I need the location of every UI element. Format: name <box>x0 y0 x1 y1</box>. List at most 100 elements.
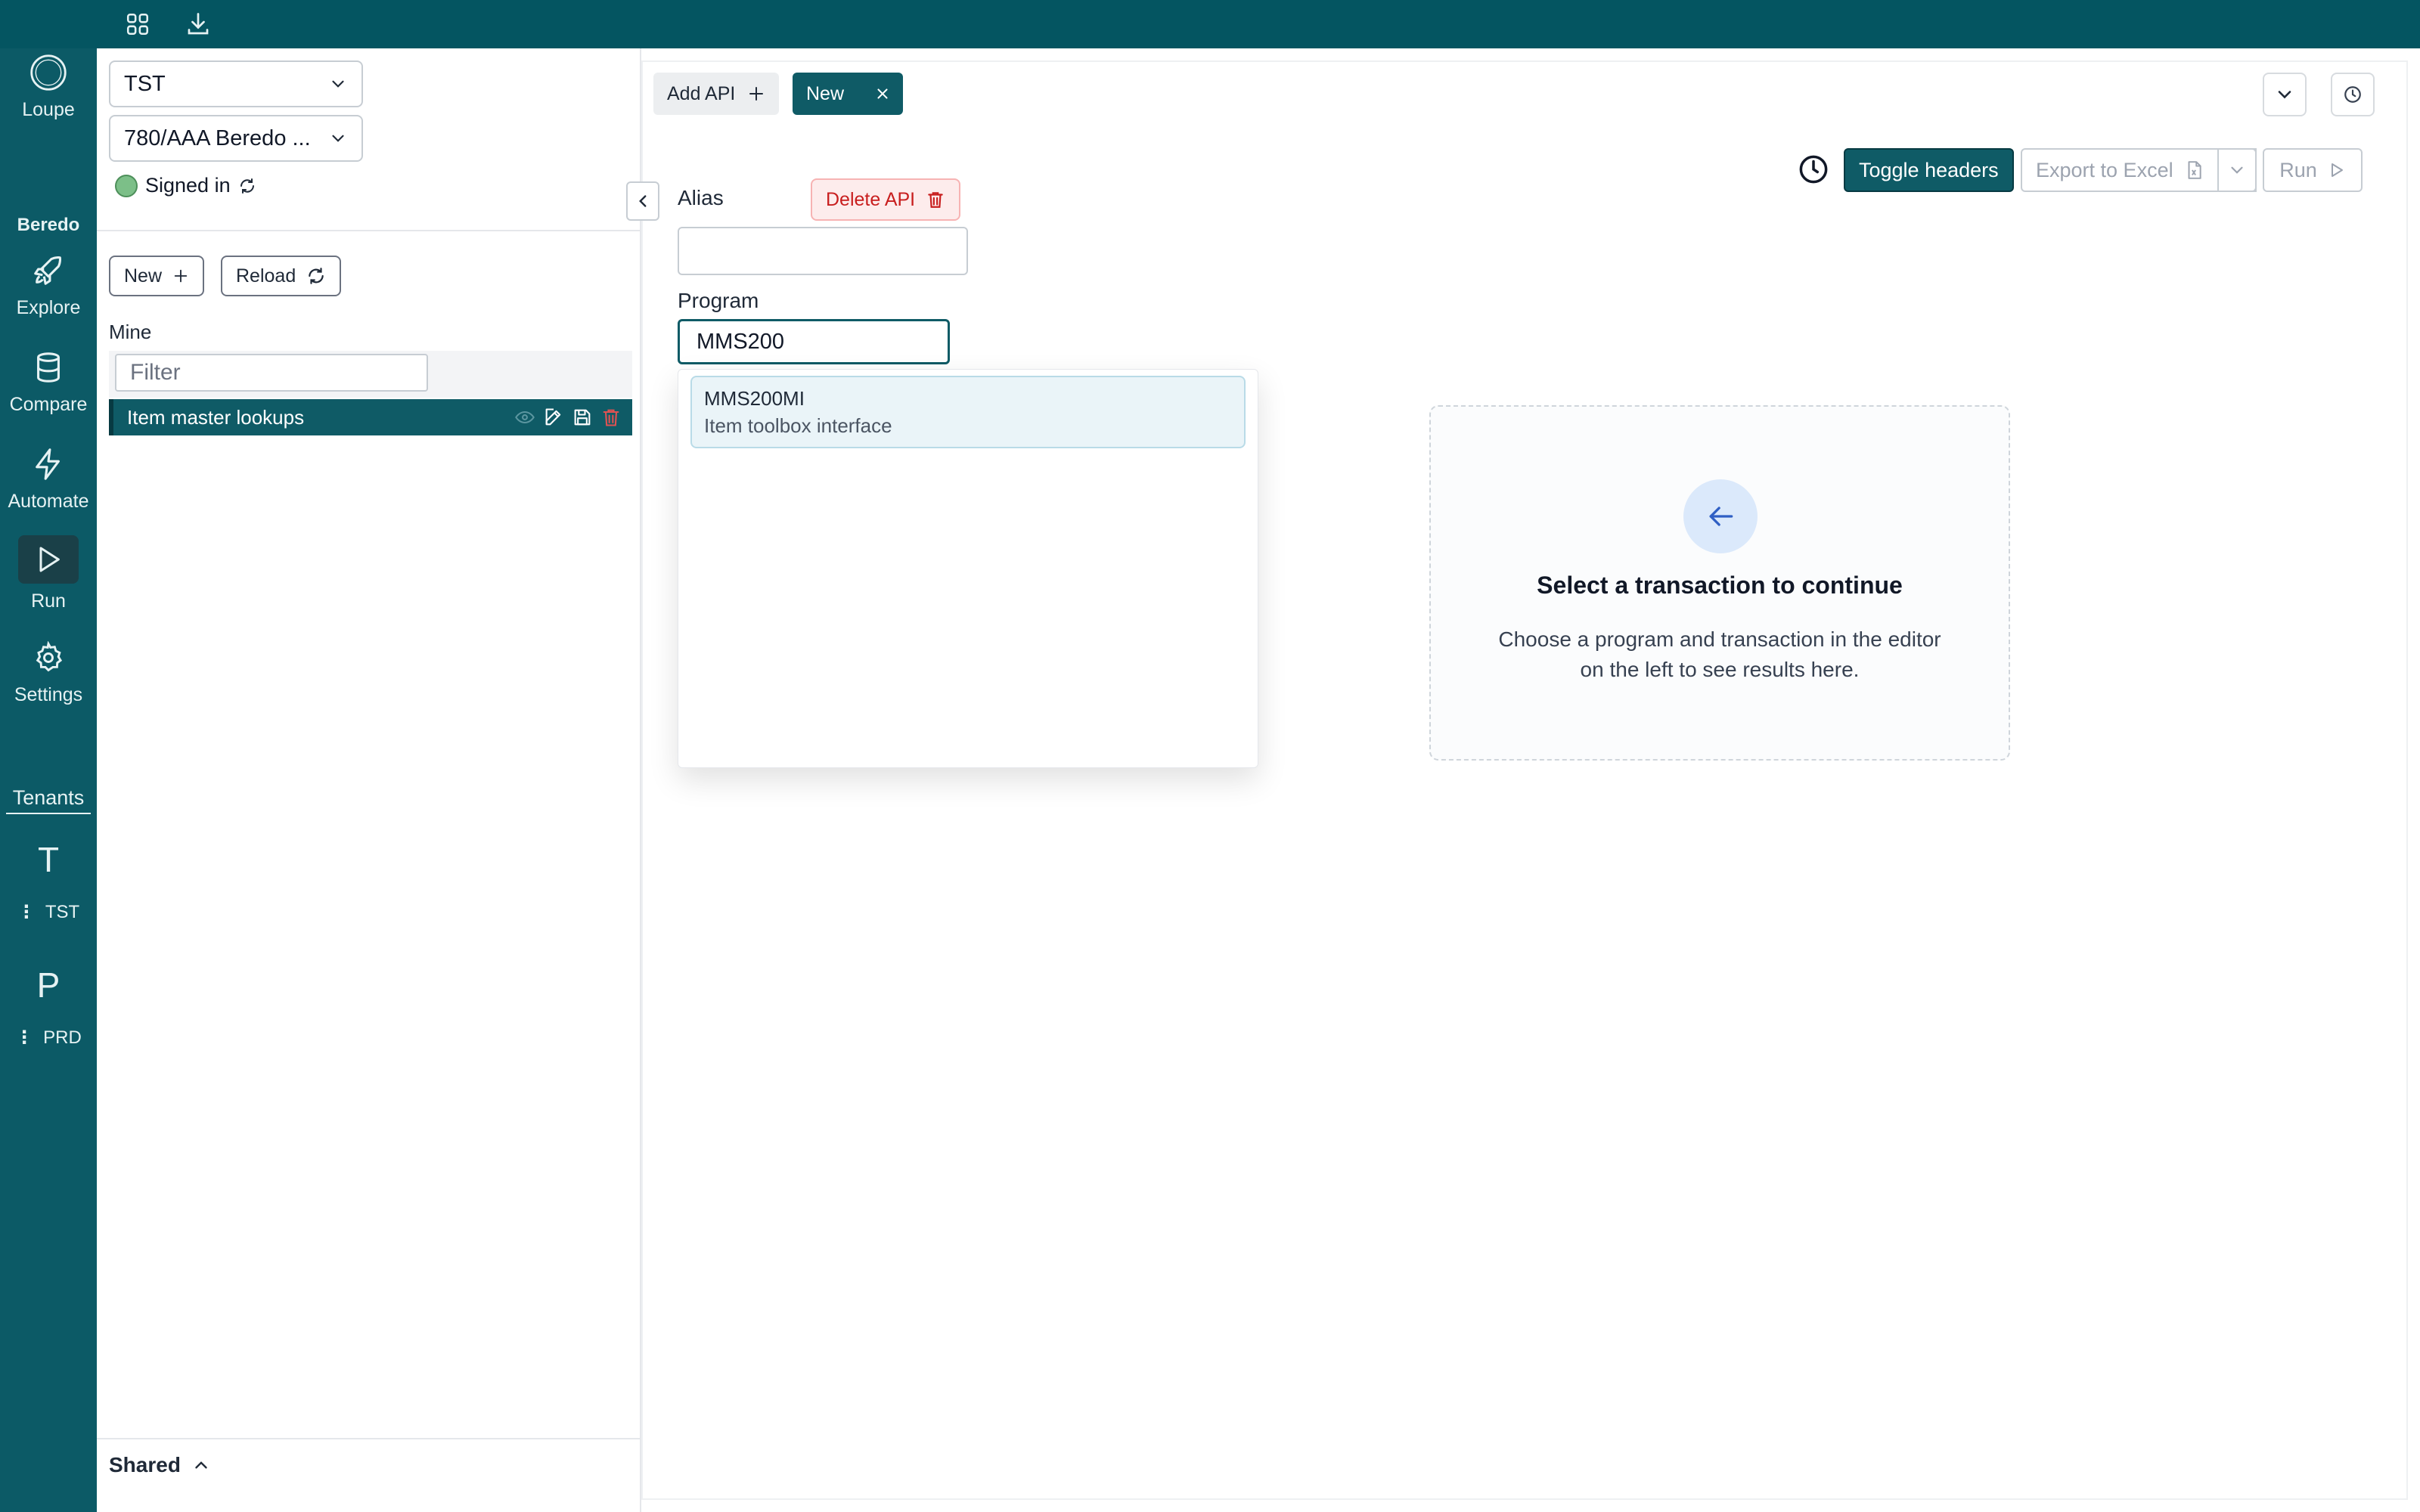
chevron-left-icon <box>633 191 653 211</box>
tenant-tst[interactable]: ⋮ TST <box>0 901 97 923</box>
divider <box>97 1438 641 1439</box>
close-icon[interactable] <box>874 85 891 102</box>
tab-add-api[interactable]: Add API <box>653 73 780 115</box>
refresh-icon <box>306 266 326 286</box>
company-select[interactable]: 780/AAA Beredo ... <box>109 115 363 162</box>
empty-state-title: Select a transaction to continue <box>1537 572 1903 599</box>
alias-label: Alias <box>678 186 724 209</box>
chevron-up-icon <box>191 1455 211 1475</box>
play-icon <box>2328 161 2346 179</box>
rail-item-settings[interactable]: Settings <box>0 638 97 706</box>
alias-input[interactable] <box>678 227 968 275</box>
play-icon <box>18 535 79 584</box>
list-item-label: Item master lookups <box>127 405 305 429</box>
rail-item-label: Explore <box>16 297 81 318</box>
program-label: Program <box>678 289 759 312</box>
reload-button-label: Reload <box>236 265 296 287</box>
main-area <box>641 60 2408 1500</box>
plus-icon <box>747 85 765 103</box>
list-item[interactable]: Item master lookups <box>109 399 632 435</box>
status-dot <box>115 174 138 197</box>
signin-status-label: Signed in <box>145 174 231 197</box>
chevron-down-icon <box>2274 84 2295 105</box>
top-bar <box>0 0 2420 48</box>
edit-icon[interactable] <box>543 407 564 428</box>
rail-brand-label: Loupe <box>22 99 75 120</box>
empty-state-description: Choose a program and transaction in the … <box>1498 627 1941 681</box>
filter-input[interactable] <box>115 354 428 392</box>
arrow-left-icon <box>1683 479 1758 553</box>
rail-item-label: Automate <box>8 491 89 512</box>
tenant-code: PRD <box>43 1027 82 1048</box>
environment-select[interactable]: TST <box>109 60 363 107</box>
left-rail: Loupe Beredo Explore Compare Automate Ru… <box>0 48 97 1512</box>
company-select-value: 780/AAA Beredo ... <box>124 125 311 150</box>
chevron-down-icon <box>2227 160 2247 180</box>
rail-item-run[interactable]: Run <box>0 535 97 612</box>
lightning-icon <box>29 445 68 484</box>
brand-word: Beredo <box>17 215 80 235</box>
new-button[interactable]: New <box>109 256 205 296</box>
rail-item-compare[interactable]: Compare <box>0 348 97 416</box>
rail-item-explore[interactable]: Explore <box>0 251 97 319</box>
shared-section-toggle[interactable]: Shared <box>109 1453 211 1477</box>
loupe-circle-icon <box>29 53 68 92</box>
signin-status: Signed in <box>115 174 256 197</box>
tab-label: New <box>806 82 845 104</box>
tenant-prd[interactable]: ⋮ PRD <box>0 1027 97 1049</box>
rail-item-label: Settings <box>14 684 83 705</box>
history-button[interactable] <box>2331 73 2375 116</box>
delete-api-label: Delete API <box>826 188 916 210</box>
delete-api-button[interactable]: Delete API <box>811 178 961 221</box>
filter-bar <box>109 351 632 398</box>
left-panel: TST 780/AAA Beredo ... Signed in New Rel… <box>97 48 641 1512</box>
kebab-menu-icon[interactable]: ⋮ <box>15 1027 33 1049</box>
divider <box>97 230 641 231</box>
empty-state-card: Select a transaction to continue Choose … <box>1429 405 2010 761</box>
collapse-panel-button[interactable] <box>626 181 659 221</box>
save-icon[interactable] <box>572 407 593 428</box>
database-icon <box>29 348 68 387</box>
trash-icon[interactable] <box>600 407 622 428</box>
reload-button[interactable]: Reload <box>221 256 342 296</box>
tab-new[interactable]: New <box>793 73 904 115</box>
plus-icon <box>172 268 189 284</box>
new-button-label: New <box>124 265 163 287</box>
chevron-down-icon <box>328 129 348 148</box>
suggestion-name: MMS200MI <box>704 387 805 410</box>
refresh-icon[interactable] <box>238 177 256 195</box>
rocket-icon <box>29 251 68 290</box>
excel-file-icon <box>2184 160 2204 180</box>
program-suggestions-dropdown: MMS200MI Item toolbox interface <box>678 369 1258 768</box>
mine-section-label: Mine <box>109 321 152 343</box>
program-input[interactable] <box>678 319 950 364</box>
trash-icon <box>926 190 945 209</box>
clock-icon <box>2343 85 2363 104</box>
environment-select-value: TST <box>124 71 166 96</box>
rail-item-automate[interactable]: Automate <box>0 445 97 513</box>
kebab-menu-icon[interactable]: ⋮ <box>17 901 36 923</box>
eye-icon[interactable] <box>514 407 535 428</box>
download-icon[interactable] <box>182 8 215 41</box>
rail-item-label: Run <box>31 590 66 612</box>
tenant-code: TST <box>45 901 80 922</box>
suggestion-option[interactable]: MMS200MI Item toolbox interface <box>690 376 1246 448</box>
shared-section-label: Shared <box>109 1453 181 1476</box>
export-options-button[interactable] <box>2217 148 2257 192</box>
rail-item-label: Compare <box>9 394 88 415</box>
rail-brand-loupe[interactable]: Loupe <box>0 53 97 121</box>
tenant-avatar-prd[interactable]: P <box>0 965 97 1005</box>
expand-menu-button[interactable] <box>2263 73 2307 116</box>
export-label: Export to Excel <box>2036 158 2173 181</box>
tenants-label: Tenants <box>6 786 91 814</box>
grid-icon[interactable] <box>121 8 154 41</box>
tab-label: Add API <box>667 82 736 104</box>
run-button[interactable]: Run <box>2263 148 2363 192</box>
run-label: Run <box>2279 158 2317 181</box>
chevron-down-icon <box>328 74 348 94</box>
toggle-headers-button[interactable]: Toggle headers <box>1844 148 2014 192</box>
suggestion-description: Item toolbox interface <box>704 414 892 437</box>
gear-icon <box>29 638 68 677</box>
tenant-avatar-tst[interactable]: T <box>0 839 97 880</box>
history-clock-icon[interactable] <box>1795 151 1832 187</box>
